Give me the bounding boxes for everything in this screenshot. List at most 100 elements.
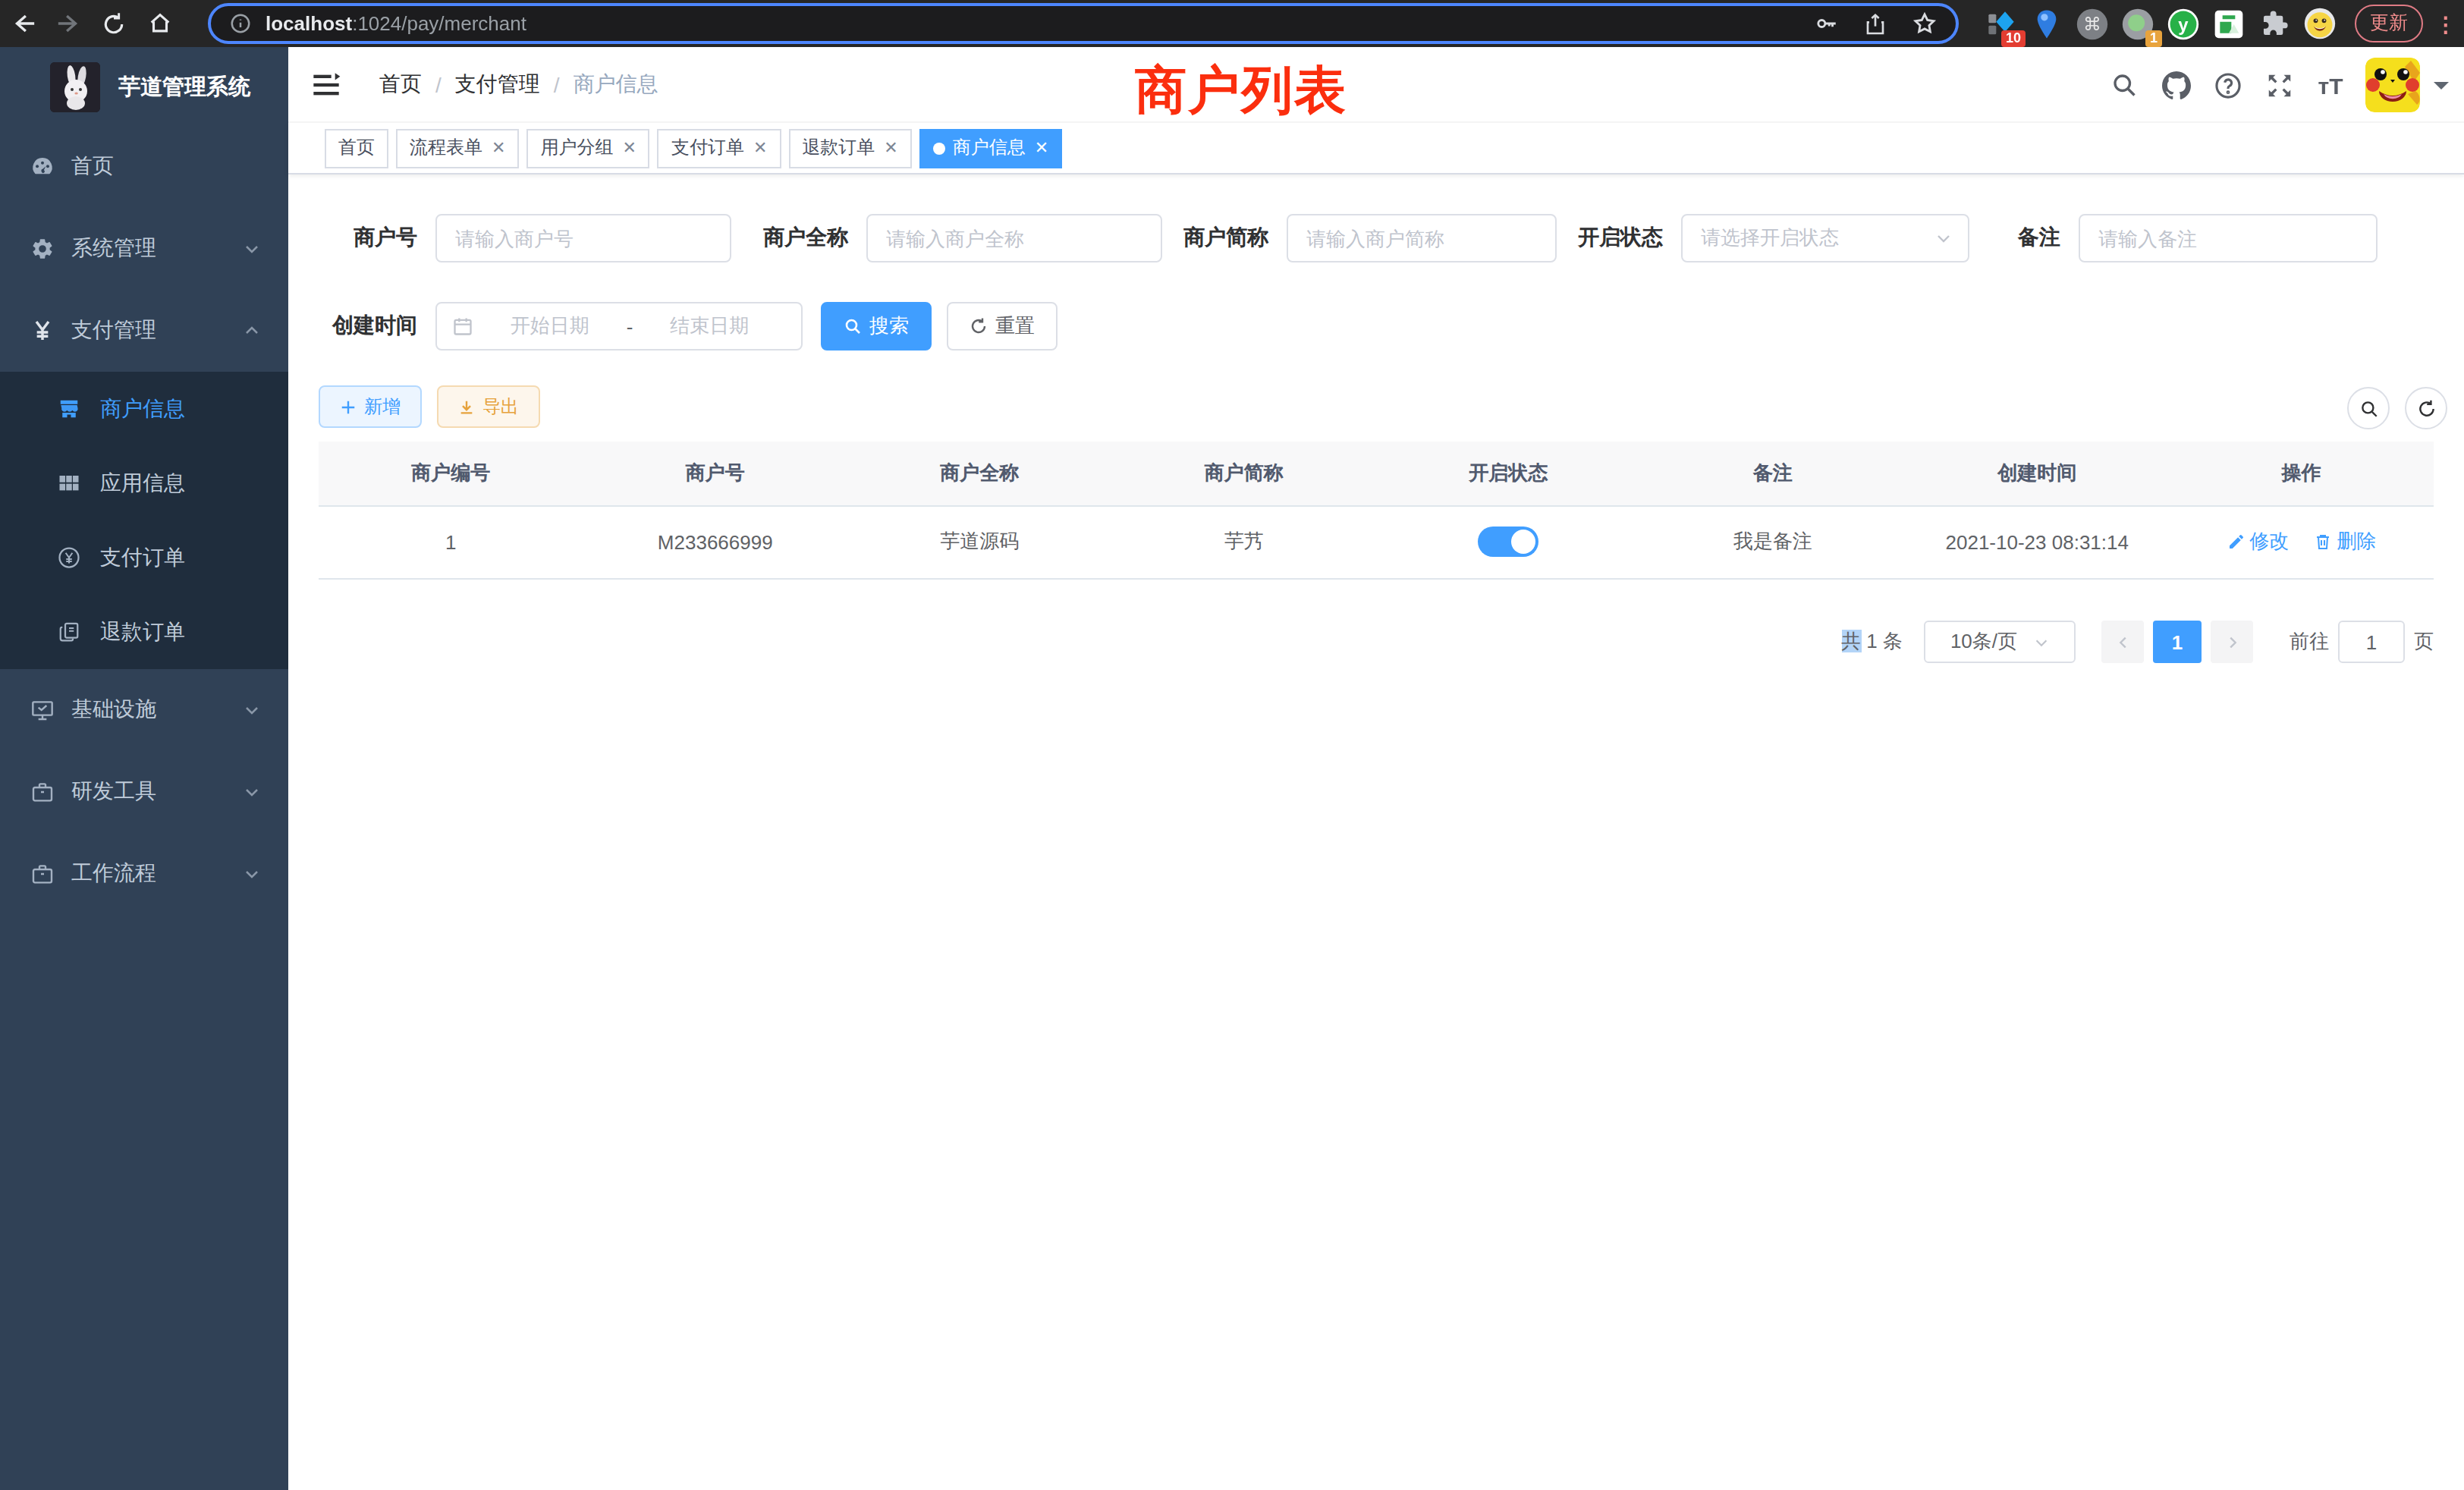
header-search-icon[interactable] (2098, 47, 2150, 123)
next-page-button[interactable] (2211, 621, 2253, 663)
sidebar-item-label: 商户信息 (100, 395, 185, 423)
user-avatar[interactable] (2365, 58, 2420, 112)
browser-forward-button[interactable] (46, 0, 91, 47)
app-title: 芋道管理系统 (118, 72, 250, 101)
download-icon (458, 398, 475, 415)
delete-link[interactable]: 删除 (2314, 528, 2376, 555)
close-icon[interactable]: ✕ (622, 140, 636, 156)
tab-process-form[interactable]: 流程表单✕ (396, 128, 519, 168)
extension-command-icon[interactable]: ⌘ (2076, 7, 2109, 40)
status-select[interactable]: 请选择开启状态 (1681, 214, 1969, 262)
cell-full-name: 芋道源码 (847, 505, 1112, 578)
annotation-text: 商户列表 (1135, 56, 1347, 126)
tab-home[interactable]: 首页 (325, 128, 388, 168)
breadcrumb-home[interactable]: 首页 (379, 71, 422, 99)
cell-remark: 我是备注 (1641, 505, 1906, 578)
help-icon[interactable] (2202, 47, 2253, 123)
col-status: 开启状态 (1376, 442, 1641, 505)
url-host: localhost (266, 12, 352, 35)
close-icon[interactable]: ✕ (753, 140, 767, 156)
col-full-name: 商户全称 (847, 442, 1112, 505)
browser-chrome: localhost:1024/pay/merchant 10 ⌘ 1 y 更新 … (0, 0, 2464, 47)
sidebar: 芋道管理系统 首页 系统管理 支付管理 商户信息 (0, 47, 288, 1490)
extension-y-icon[interactable]: y (2167, 7, 2200, 40)
github-icon[interactable] (2150, 47, 2202, 123)
browser-reload-button[interactable] (91, 0, 137, 47)
tab-pay-order[interactable]: 支付订单✕ (658, 128, 781, 168)
chevron-down-icon (243, 240, 261, 258)
sidebar-item-label: 应用信息 (100, 470, 185, 497)
extensions-puzzle-icon[interactable] (2258, 7, 2291, 40)
sidebar-item-pay[interactable]: 支付管理 (0, 290, 288, 372)
edit-link[interactable]: 修改 (2227, 528, 2289, 555)
remark-input[interactable] (2079, 214, 2378, 262)
sidebar-item-infra[interactable]: 基础设施 (0, 669, 288, 751)
chevron-down-icon (1934, 229, 1953, 247)
sidebar-item-workflow[interactable]: 工作流程 (0, 833, 288, 915)
shop-icon (58, 398, 80, 420)
extension-pin-icon[interactable] (2030, 7, 2063, 40)
breadcrumb-pay[interactable]: 支付管理 (455, 71, 540, 99)
navbar: 首页 / 支付管理 / 商户信息 тT (288, 47, 2464, 123)
browser-menu-icon[interactable]: ⋮ (2435, 11, 2456, 36)
sidebar-item-merchant-info[interactable]: 商户信息 (0, 372, 288, 446)
end-date-placeholder: 结束日期 (633, 313, 786, 340)
show-search-toggle-button[interactable] (2347, 387, 2390, 429)
close-icon[interactable]: ✕ (884, 140, 897, 156)
close-icon[interactable]: ✕ (1035, 140, 1048, 156)
sidebar-item-app-info[interactable]: 应用信息 (0, 446, 288, 520)
tab-merchant-info[interactable]: 商户信息✕ (919, 128, 1062, 168)
page-number-1[interactable]: 1 (2153, 621, 2202, 663)
url-path: :1024/pay/merchant (352, 12, 526, 35)
reset-button[interactable]: 重置 (947, 302, 1058, 350)
sidebar-item-pay-order[interactable]: 支付订单 (0, 520, 288, 595)
avatar-caret-icon[interactable] (2434, 82, 2449, 97)
close-icon[interactable]: ✕ (492, 140, 505, 156)
add-button[interactable]: 新增 (319, 385, 422, 428)
hamburger-icon[interactable] (311, 70, 341, 100)
browser-profile-avatar[interactable] (2303, 7, 2337, 40)
extension-vault-icon[interactable]: 10 (1985, 7, 2018, 40)
browser-home-button[interactable] (137, 0, 182, 47)
tab-user-group[interactable]: 用户分组✕ (526, 128, 649, 168)
sidebar-item-refund-order[interactable]: 退款订单 (0, 595, 288, 669)
full-name-input[interactable] (866, 214, 1162, 262)
bookmark-star-icon[interactable] (1912, 11, 1938, 36)
sidebar-item-system[interactable]: 系统管理 (0, 208, 288, 290)
password-key-icon[interactable] (1813, 11, 1839, 36)
search-button[interactable]: 搜索 (821, 302, 932, 350)
cell-actions: 修改 删除 (2170, 505, 2434, 578)
cell-merchant-no: M233666999 (583, 505, 848, 578)
sidebar-logo[interactable]: 芋道管理系统 (0, 47, 288, 126)
address-bar[interactable]: localhost:1024/pay/merchant (208, 3, 1959, 44)
sidebar-item-label: 退款订单 (100, 618, 185, 646)
yuan-icon (30, 319, 55, 343)
font-size-icon[interactable]: тT (2305, 47, 2356, 123)
sidebar-item-dev-tools[interactable]: 研发工具 (0, 751, 288, 833)
extension-notes-icon[interactable] (2212, 7, 2246, 40)
refresh-icon (970, 317, 988, 335)
plus-icon (340, 398, 357, 415)
sidebar-item-home[interactable]: 首页 (0, 126, 288, 208)
page-size-select[interactable]: 10条/页 (1924, 621, 2076, 663)
refresh-table-button[interactable] (2405, 387, 2447, 429)
sidebar-item-label: 工作流程 (71, 860, 156, 888)
gear-icon (30, 237, 55, 261)
prev-page-button[interactable] (2101, 621, 2144, 663)
fullscreen-icon[interactable] (2253, 47, 2305, 123)
table-row: 1 M233666999 芋道源码 芋艿 我是备注 2021-10-23 08:… (319, 505, 2434, 578)
merchant-no-input[interactable] (435, 214, 731, 262)
browser-back-button[interactable] (0, 0, 46, 47)
browser-update-button[interactable]: 更新 (2355, 5, 2423, 42)
share-icon[interactable] (1863, 11, 1887, 36)
goto-page-input[interactable] (2338, 621, 2405, 663)
breadcrumb-current: 商户信息 (574, 71, 658, 99)
status-toggle[interactable] (1478, 527, 1538, 557)
extension-tree-icon[interactable]: 1 (2121, 7, 2154, 40)
merchant-table: 商户编号 商户号 商户全称 商户简称 开启状态 备注 创建时间 操作 1 (319, 442, 2434, 579)
col-merchant-id: 商户编号 (319, 442, 583, 505)
create-time-range-input[interactable]: 开始日期 - 结束日期 (435, 302, 803, 350)
short-name-input[interactable] (1287, 214, 1557, 262)
export-button[interactable]: 导出 (437, 385, 540, 428)
tab-refund-order[interactable]: 退款订单✕ (788, 128, 911, 168)
